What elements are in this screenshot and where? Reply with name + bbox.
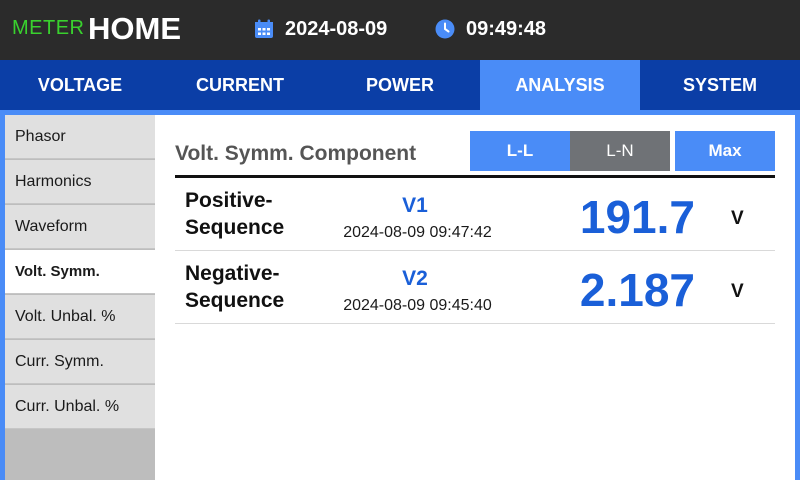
row-label: Positive- Sequence: [185, 187, 284, 241]
header-date: 2024-08-09: [285, 18, 388, 40]
sidebar-item-curr-symm[interactable]: Curr. Symm.: [5, 340, 155, 384]
row-label-line1: Negative-: [185, 262, 280, 285]
row-label-line2: Sequence: [185, 289, 285, 312]
panel-title: Volt. Symm. Component: [175, 142, 417, 165]
ln-button[interactable]: L-N: [570, 131, 670, 171]
header-time: 09:49:48: [466, 18, 547, 40]
clock-icon: [435, 19, 455, 39]
tab-voltage[interactable]: VOLTAGE: [0, 60, 160, 110]
row-value: 191.7: [579, 191, 695, 243]
tab-power[interactable]: POWER: [320, 60, 480, 110]
sidebar-item-volt-symm[interactable]: Volt. Symm.: [5, 250, 155, 294]
positive-sequence-row: Positive- Sequence V1 2024-08-09 09:47:4…: [175, 178, 775, 251]
sidebar-item-waveform[interactable]: Waveform: [5, 205, 155, 249]
row-symbol: V2: [402, 267, 428, 290]
sidebar-item-phasor[interactable]: Phasor: [5, 115, 155, 159]
sidebar-item-volt-unbal[interactable]: Volt. Unbal. %: [5, 295, 155, 339]
tab-current[interactable]: CURRENT: [160, 60, 320, 110]
tab-system[interactable]: SYSTEM: [640, 60, 800, 110]
tab-analysis[interactable]: ANALYSIS: [480, 60, 640, 110]
brand-meter-label: METER: [12, 17, 85, 39]
row-label-line1: Positive-: [185, 189, 273, 212]
ll-button[interactable]: L-L: [470, 131, 570, 171]
row-unit: V: [731, 208, 744, 229]
sidebar-item-harmonics[interactable]: Harmonics: [5, 160, 155, 204]
row-label: Negative- Sequence: [185, 260, 284, 314]
top-bar: METER HOME 2024-08-09 09:49:48: [0, 0, 800, 60]
home-title[interactable]: HOME: [88, 11, 181, 47]
row-value: 2.187: [579, 264, 695, 316]
row-symbol: V1: [402, 194, 428, 217]
symmetry-panel: Volt. Symm. Component L-L L-N Max Positi…: [155, 115, 795, 480]
row-timestamp: 2024-08-09 09:45:40: [343, 297, 492, 314]
row-timestamp: 2024-08-09 09:47:42: [343, 224, 492, 241]
analysis-sidebar: Phasor Harmonics Waveform Volt. Symm. Vo…: [5, 115, 155, 480]
sidebar-item-curr-unbal[interactable]: Curr. Unbal. %: [5, 385, 155, 429]
row-unit: V: [731, 281, 744, 302]
negative-sequence-row: Negative- Sequence V2 2024-08-09 09:45:4…: [175, 251, 775, 324]
calendar-icon: [255, 19, 273, 38]
max-button[interactable]: Max: [675, 131, 775, 171]
main-tabs: VOLTAGE CURRENT POWER ANALYSIS SYSTEM: [0, 60, 800, 110]
row-label-line2: Sequence: [185, 216, 285, 239]
